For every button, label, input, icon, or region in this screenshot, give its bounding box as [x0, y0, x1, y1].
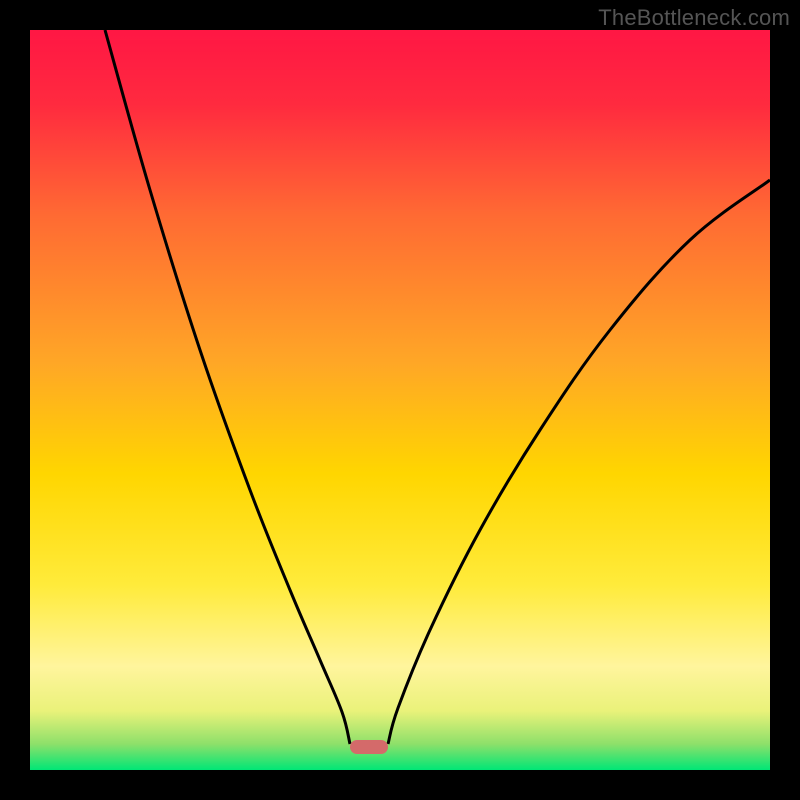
- watermark-text: TheBottleneck.com: [598, 5, 790, 31]
- plot-frame: [30, 30, 770, 770]
- gradient-background: [30, 30, 770, 770]
- optimal-marker: [350, 740, 388, 754]
- bottleneck-chart: [30, 30, 770, 770]
